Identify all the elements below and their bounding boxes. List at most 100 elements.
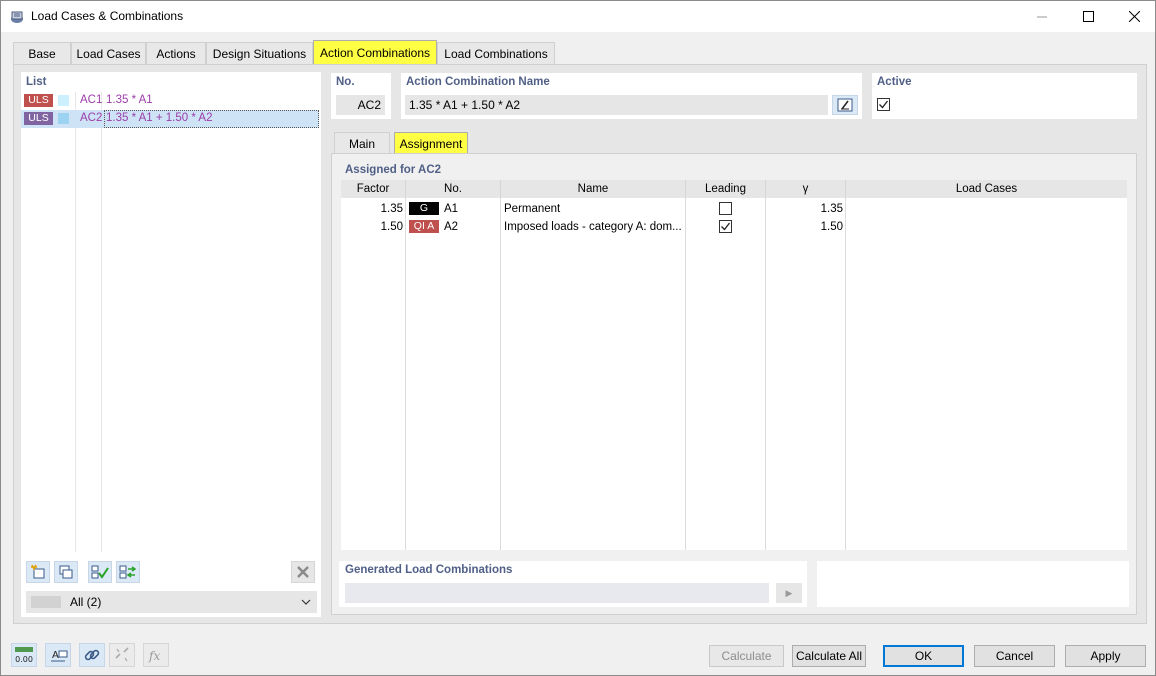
formula-icon-text: fx [148,649,160,663]
active-label: Active [877,76,912,88]
tab-actions[interactable]: Actions [146,42,206,64]
go-button[interactable]: ▶ [776,583,802,603]
generated-info-panel [817,561,1129,607]
gamma-cell[interactable]: 1.50 [766,218,843,236]
gamma-cell[interactable]: 1.35 [766,200,843,218]
formula-icon: fx [148,649,160,663]
tab-load-combinations[interactable]: Load Combinations [437,42,555,64]
calculate-all-button[interactable]: Calculate All [792,645,866,667]
leading-checkbox[interactable] [719,202,732,215]
maximize-button[interactable] [1065,1,1111,32]
edit-icon [837,98,853,112]
no-field[interactable]: AC2 [336,95,385,115]
check-all-button[interactable] [88,561,112,583]
close-button[interactable] [1111,1,1156,32]
link-button[interactable] [79,643,105,667]
checkmark-icon [721,222,731,231]
column-header-no[interactable]: No. [406,180,501,198]
active-box: Active [872,73,1137,119]
subtab-main[interactable]: Main [334,132,390,154]
dialog-window: Load Cases & Combinations Base Load Case… [0,0,1156,676]
tab-design-situations[interactable]: Design Situations [206,42,313,64]
color-swatch [58,113,69,124]
factor-cell[interactable]: 1.35 [341,200,403,218]
minimize-button[interactable] [1019,1,1065,32]
apply-button[interactable]: Apply [1065,645,1146,667]
table-header: Factor No. Name Leading γ Load Cases [341,180,1127,198]
action-category-badge: G [409,202,439,215]
action-category-badge: QI A [409,220,439,233]
unlink-icon [115,647,129,662]
copy-item-button[interactable] [54,561,78,583]
display-button[interactable]: A [45,643,71,667]
column-header-name[interactable]: Name [501,180,686,198]
factor-cell[interactable]: 1.50 [341,218,403,236]
tab-action-combinations[interactable]: Action Combinations [313,40,437,64]
svg-text:A: A [52,650,59,661]
action-name-cell: Imposed loads - category A: dom... [504,221,682,233]
list-panel: List ULS AC1 1.35 * A1 ULS AC2 1.35 * A1… [21,72,321,617]
assignment-title: Assigned for AC2 [345,164,442,176]
filter-label: All (2) [70,595,102,609]
unlink-button[interactable] [109,643,135,667]
list-item-ac2[interactable]: ULS AC2 1.35 * A1 + 1.50 * A2 [21,110,319,128]
formula-button[interactable]: fx [143,643,169,667]
no-box: No. AC2 [331,73,391,119]
list-filter-select[interactable]: All (2) [26,591,317,613]
copy-icon [59,565,73,579]
action-no-cell: A1 [444,203,459,215]
uls-badge: ULS [24,94,53,107]
edit-name-button[interactable] [832,95,858,115]
window-title: Load Cases & Combinations [31,9,184,23]
column-header-factor[interactable]: Factor [341,180,406,198]
close-icon [1128,11,1140,22]
uls-badge: ULS [24,112,53,125]
cancel-button[interactable]: Cancel [974,645,1055,667]
list-item-no: AC1 [80,94,103,106]
tab-load-cases[interactable]: Load Cases [71,42,146,64]
title-bar: Load Cases & Combinations [1,1,1155,32]
new-item-button[interactable] [26,561,50,583]
column-header-gamma[interactable]: γ [766,180,846,198]
generated-combinations-box: Generated Load Combinations ▶ [339,561,807,607]
active-checkbox[interactable] [877,98,890,111]
delete-item-button[interactable] [291,561,315,583]
play-icon: ▶ [785,587,793,598]
list-item-no: AC2 [80,112,103,124]
subtab-assignment[interactable]: Assignment [394,132,468,154]
column-header-leading[interactable]: Leading [686,180,766,198]
name-label: Action Combination Name [406,76,550,88]
link-icon [84,649,100,661]
action-no-cell: A2 [444,221,459,233]
check-all-icon [91,565,109,579]
no-label: No. [336,76,355,88]
generated-label: Generated Load Combinations [345,564,513,576]
units-icon: 0.00 [15,647,33,664]
name-field[interactable]: 1.35 * A1 + 1.50 * A2 [405,95,828,115]
swap-check-icon [119,565,137,579]
checkmark-icon [879,100,889,109]
leading-checkbox[interactable] [719,220,732,233]
generated-combinations-field[interactable] [345,583,769,603]
list-item-ac1[interactable]: ULS AC1 1.35 * A1 [21,92,319,110]
uncheck-all-button[interactable] [116,561,140,583]
column-header-load-cases[interactable]: Load Cases [846,180,1127,198]
list-label: List [26,76,47,88]
delete-icon [297,566,309,578]
color-swatch [58,95,69,106]
tab-base[interactable]: Base [13,42,71,64]
display-icon: A [51,650,68,662]
calculate-button[interactable]: Calculate [709,645,784,667]
name-box: Action Combination Name 1.35 * A1 + 1.50… [401,73,862,119]
list-item-name: 1.35 * A1 + 1.50 * A2 [106,112,213,124]
units-button[interactable]: 0.00 [11,643,37,667]
filter-swatch [31,596,61,608]
list-item-name: 1.35 * A1 [106,94,153,106]
list: ULS AC1 1.35 * A1 ULS AC2 1.35 * A1 + 1.… [21,92,321,552]
app-icon [9,9,25,25]
chevron-down-icon [301,596,311,610]
units-icon-text: 0.00 [15,655,33,664]
action-name-cell: Permanent [504,203,561,215]
new-item-icon [31,564,45,579]
ok-button[interactable]: OK [883,645,964,667]
